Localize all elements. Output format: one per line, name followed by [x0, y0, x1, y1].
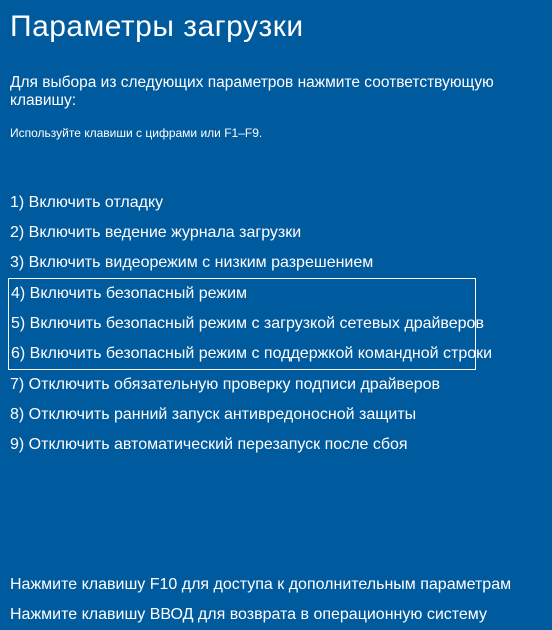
f10-hint: Нажмите клавишу F10 для доступа к дополн…: [10, 570, 542, 600]
option-2-enable-boot-logging[interactable]: 2) Включить ведение журнала загрузки: [10, 218, 542, 248]
option-7-disable-driver-signature[interactable]: 7) Отключить обязательную проверку подпи…: [10, 370, 542, 400]
option-5-enable-safe-mode-networking[interactable]: 5) Включить безопасный режим с загрузкой…: [11, 309, 473, 339]
option-8-disable-antimalware[interactable]: 8) Отключить ранний запуск антивредоносн…: [10, 400, 542, 430]
instruction-text: Для выбора из следующих параметров нажми…: [10, 74, 542, 110]
page-title: Параметры загрузки: [10, 10, 542, 44]
option-4-enable-safe-mode[interactable]: 4) Включить безопасный режим: [11, 279, 473, 309]
option-1-enable-debugging[interactable]: 1) Включить отладку: [10, 188, 542, 218]
key-hint-text: Используйте клавиши с цифрами или F1–F9.: [10, 126, 542, 140]
safe-mode-highlight-box: 4) Включить безопасный режим 5) Включить…: [8, 278, 476, 370]
option-6-enable-safe-mode-command-prompt[interactable]: 6) Включить безопасный режим с поддержко…: [11, 339, 473, 369]
startup-options-list: 1) Включить отладку 2) Включить ведение …: [10, 188, 542, 460]
option-9-disable-auto-restart[interactable]: 9) Отключить автоматический перезапуск п…: [10, 430, 542, 460]
option-3-enable-low-res-video[interactable]: 3) Включить видеорежим с низким разрешен…: [10, 248, 542, 278]
